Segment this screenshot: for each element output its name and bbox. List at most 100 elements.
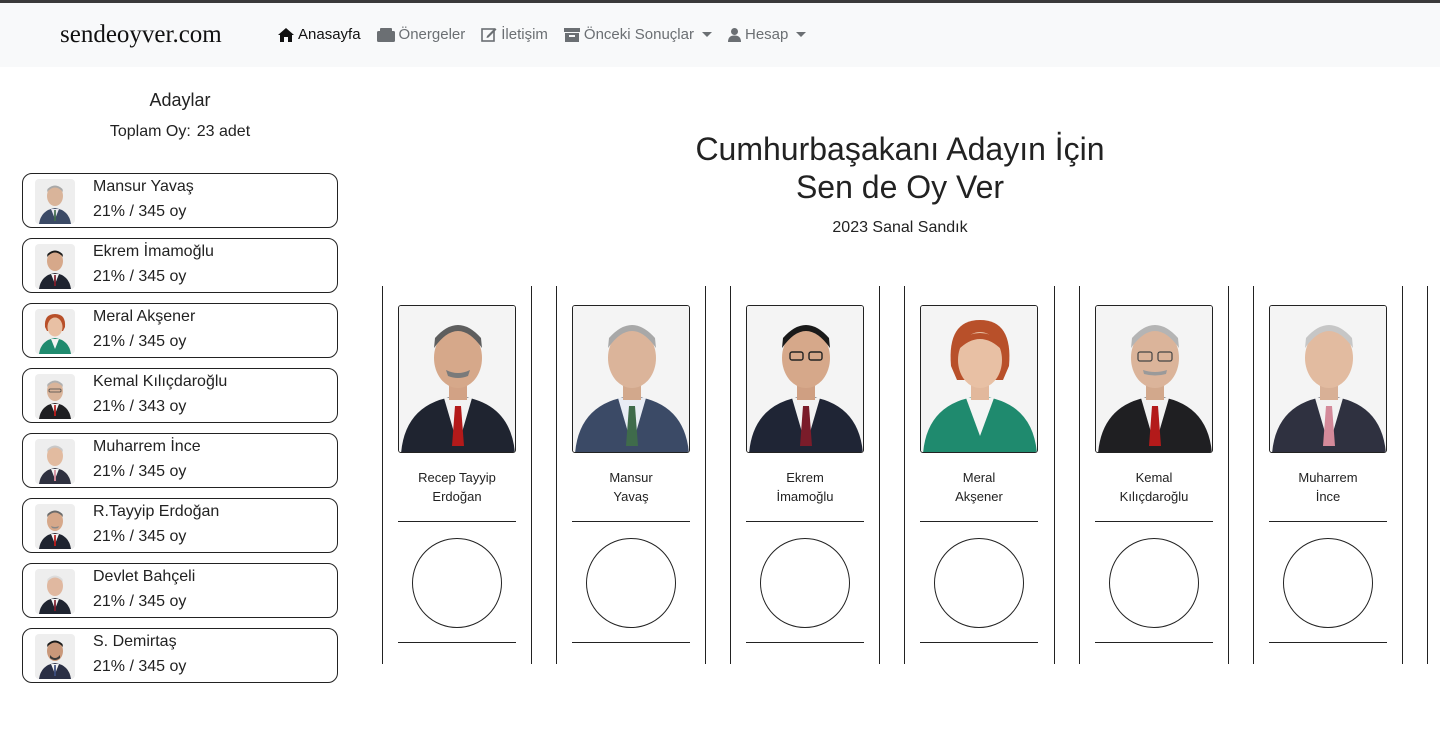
candidate-name: Mansur Yavaş [572, 468, 690, 506]
candidate-last-name: Erdoğan [432, 489, 482, 504]
divider [1269, 642, 1387, 643]
candidate-name: Mansur Yavaş [93, 178, 194, 195]
total-votes-value: 23 adet [196, 123, 251, 140]
candidate-last-name: Akşener [955, 489, 1003, 504]
candidate-name: Meral Akşener [93, 308, 196, 325]
ballot-divider [556, 286, 557, 664]
nav-menu: Anasayfa Önergeler İletişim Önceki Sonuç… [278, 26, 822, 43]
nav-contact-label: İletişim [501, 26, 548, 43]
candidate-name: Recep Tayyip Erdoğan [398, 468, 516, 506]
nav-home-label: Anasayfa [298, 26, 361, 43]
vote-circle[interactable] [586, 538, 676, 628]
candidate-avatar [35, 374, 75, 419]
candidate-stats: 21% / 345 oy [93, 333, 187, 350]
candidate-last-name: İnce [1315, 489, 1341, 504]
ballot-column-erdogan: Recep Tayyip Erdoğan [398, 286, 516, 664]
divider [746, 521, 864, 522]
ballot-divider [879, 286, 880, 664]
nav-previous-results-label: Önceki Sonuçlar [583, 26, 694, 43]
candidate-name: Kemal Kılıçdaroğlu [93, 373, 228, 390]
vote-circle[interactable] [412, 538, 502, 628]
vote-circle[interactable] [934, 538, 1024, 628]
candidate-card-s-demirtas[interactable]: S. Demirtaş 21% / 345 oy [22, 628, 338, 683]
box-icon [376, 27, 395, 42]
divider [572, 521, 690, 522]
ballot-column-imamoglu: Ekrem İmamoğlu [746, 286, 864, 664]
candidate-name: Muharrem İnce [1269, 468, 1387, 506]
ballot-column-yavas: Mansur Yavaş [572, 286, 690, 664]
candidate-first-name: Ekrem [786, 470, 824, 485]
ballot-divider [705, 286, 706, 664]
candidate-card-muharrem-ince[interactable]: Muharrem İnce 21% / 345 oy [22, 433, 338, 488]
user-icon [727, 27, 741, 42]
candidate-first-name: Muharrem [1298, 470, 1358, 485]
divider [746, 642, 864, 643]
divider [1269, 521, 1387, 522]
candidate-card-devlet-bahceli[interactable]: Devlet Bahçeli 21% / 345 oy [22, 563, 338, 618]
candidate-stats: 21% / 345 oy [93, 593, 187, 610]
divider [1095, 642, 1213, 643]
nav-home[interactable]: Anasayfa [278, 26, 361, 43]
candidate-avatar [35, 439, 75, 484]
ballot-column-kilicdaroglu: Kemal Kılıçdaroğlu [1095, 286, 1213, 664]
nav-account[interactable]: Hesap [727, 26, 807, 43]
candidate-card-ekrem-imamoglu[interactable]: Ekrem İmamoğlu 21% / 345 oy [22, 238, 338, 293]
brand-logo[interactable]: sendeoyver.com [60, 21, 222, 49]
candidate-first-name: Meral [962, 470, 996, 485]
candidate-photo [1095, 305, 1213, 453]
candidate-stats: 21% / 345 oy [93, 658, 187, 675]
candidate-avatar [35, 179, 75, 224]
candidate-card-mansur-yavas[interactable]: Mansur Yavaş 21% / 345 oy [22, 173, 338, 228]
ballot-divider [531, 286, 532, 664]
vote-circle[interactable] [1283, 538, 1373, 628]
ballot-divider [382, 286, 383, 664]
ballot-divider [730, 286, 731, 664]
ballot-divider [1228, 286, 1229, 664]
candidate-card-meral-aksener[interactable]: Meral Akşener 21% / 345 oy [22, 303, 338, 358]
candidate-name: Ekrem İmamoğlu [93, 243, 214, 260]
ballot-divider [1427, 286, 1428, 664]
candidate-avatar [35, 634, 75, 679]
candidate-last-name: Kılıçdaroğlu [1119, 489, 1189, 504]
ballot-divider [1402, 286, 1403, 664]
vote-circle[interactable] [760, 538, 850, 628]
divider [398, 521, 516, 522]
ballot-divider [1079, 286, 1080, 664]
candidate-name: S. Demirtaş [93, 633, 177, 650]
candidate-name: Devlet Bahçeli [93, 568, 196, 585]
candidate-avatar [35, 569, 75, 614]
candidate-card-kemal-kilicdaroglu[interactable]: Kemal Kılıçdaroğlu 21% / 343 oy [22, 368, 338, 423]
candidate-avatar [35, 504, 75, 549]
candidate-card-tayyip-erdogan[interactable]: R.Tayyip Erdoğan 21% / 345 oy [22, 498, 338, 553]
ballot-divider [1054, 286, 1055, 664]
candidate-stats: 21% / 345 oy [93, 463, 187, 480]
nav-account-label: Hesap [744, 26, 789, 43]
total-votes: Toplam Oy: 23 adet [22, 123, 338, 141]
ballot-column-aksener: Meral Akşener [920, 286, 1038, 664]
sidebar-title: Adaylar [149, 90, 211, 110]
nav-proposals[interactable]: Önergeler [376, 26, 466, 43]
candidate-name: Kemal Kılıçdaroğlu [1095, 468, 1213, 506]
edit-icon [481, 28, 497, 42]
nav-contact[interactable]: İletişim [481, 26, 548, 43]
nav-proposals-label: Önergeler [398, 26, 466, 43]
candidates-sidebar: Adaylar Toplam Oy: 23 adet Mansur Yavaş 2… [22, 90, 338, 693]
candidate-first-name: Recep Tayyip [418, 470, 496, 485]
divider [920, 521, 1038, 522]
candidate-name: Meral Akşener [920, 468, 1038, 506]
candidate-first-name: Mansur [609, 470, 653, 485]
ballot-divider [904, 286, 905, 664]
vote-circle[interactable] [1109, 538, 1199, 628]
ballot-column-ince: Muharrem İnce [1269, 286, 1387, 664]
nav-previous-results[interactable]: Önceki Sonuçlar [563, 26, 712, 43]
page-title-line2: Sen de Oy Ver [795, 169, 1005, 205]
candidate-last-name: Yavaş [613, 489, 649, 504]
page-subtitle: 2023 Sanal Sandık [832, 219, 968, 236]
archive-icon [563, 27, 580, 42]
divider [572, 642, 690, 643]
candidate-photo [1269, 305, 1387, 453]
candidate-photo [572, 305, 690, 453]
candidate-name: R.Tayyip Erdoğan [93, 503, 220, 520]
page-title-line1: Cumhurbaşakanı Adayın İçin [695, 131, 1105, 167]
page-title: Cumhurbaşakanı Adayın İçin Sen de Oy Ver [600, 130, 1200, 206]
